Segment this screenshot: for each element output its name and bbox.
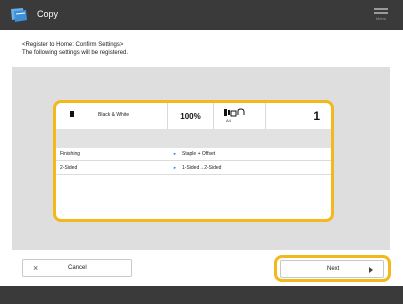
copies-value: 1 [313, 109, 320, 123]
instructions: <Register to Home: Confirm Settings> The… [22, 41, 128, 57]
copies-cell: 1 [265, 103, 331, 129]
color-mode-cell: Black & White [56, 103, 167, 129]
bottom-bar [0, 286, 403, 304]
title-bar: Copy Menu [0, 0, 403, 30]
paper-size-label: A4 [226, 118, 231, 123]
setting-name: 2-Sided [60, 165, 78, 171]
settings-card: Black & White 100% A4 1 Finishing ► Stap… [53, 100, 334, 222]
setting-name: Finishing [60, 151, 81, 157]
setting-value: 1-Sided→2-Sided [182, 165, 222, 171]
play-arrow-icon [369, 267, 373, 273]
black-square-icon [70, 111, 74, 117]
menu-button[interactable]: Menu [371, 6, 391, 24]
app-title: Copy [37, 9, 59, 19]
instruction-text: The following settings will be registere… [22, 50, 129, 56]
menu-label: Menu [375, 16, 386, 21]
setting-value: Staple + Offset [182, 151, 216, 157]
paper-cell: A4 [213, 103, 265, 129]
settings-summary: Black & White 100% A4 1 [56, 103, 331, 129]
next-button[interactable]: Next [280, 260, 384, 278]
zoom-value: 100% [180, 111, 201, 121]
menu-icon [374, 8, 388, 10]
setting-row-finishing: Finishing ► Staple + Offset [56, 148, 331, 161]
arrow-right-icon: ► [173, 165, 177, 170]
paper-source-icon [224, 108, 245, 117]
cancel-label: Cancel [68, 265, 87, 271]
close-icon: × [33, 263, 39, 273]
zoom-cell: 100% [167, 103, 213, 129]
arrow-right-icon: ► [173, 151, 177, 156]
color-mode-label: Black & White [98, 112, 130, 118]
copy-app-icon [11, 8, 27, 22]
instruction-heading: <Register to Home: Confirm Settings> [22, 42, 124, 48]
setting-row-2-sided: 2-Sided ► 1-Sided→2-Sided [56, 162, 331, 175]
cancel-button[interactable]: × Cancel [22, 259, 132, 277]
settings-divider [56, 129, 331, 148]
next-label: Next [327, 266, 340, 272]
